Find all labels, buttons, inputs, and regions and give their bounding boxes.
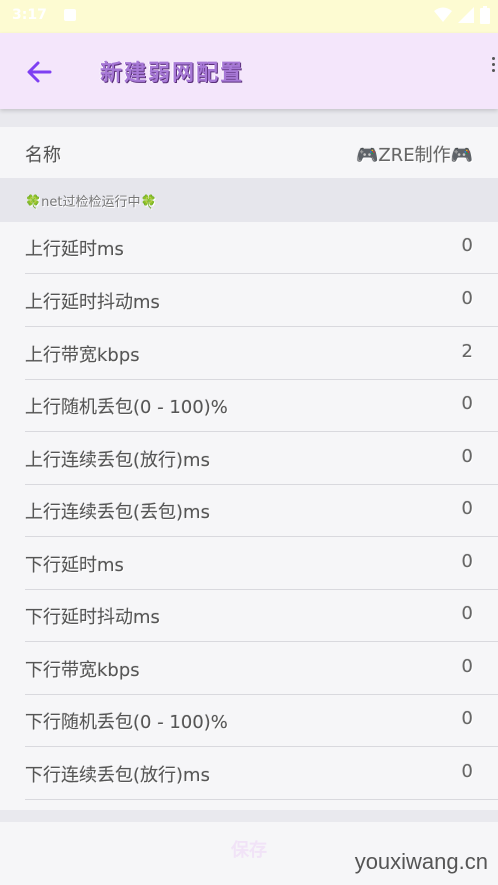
wifi-icon [434, 7, 452, 22]
list-item[interactable]: 上行连续丢包(丢包)ms 0 [0, 485, 498, 537]
section-title: 🍀net过检检运行中🍀 [25, 195, 157, 210]
watermark: youxiwang.cn [354, 849, 488, 874]
list-item[interactable]: 下行带宽kbps 0 [0, 643, 498, 695]
item-value: 0 [461, 498, 473, 519]
settings-list: 上行延时ms 0 上行延时抖动ms 0 上行带宽kbps 2 上行随机丢包(0 … [0, 222, 498, 810]
item-label: 下行延时抖动ms [25, 607, 160, 628]
section-header: 🍀net过检检运行中🍀 [0, 178, 498, 222]
list-item[interactable]: 上行延时ms 0 [0, 222, 498, 274]
item-label: 上行随机丢包(0 - 100)% [25, 397, 228, 418]
item-label: 上行带宽kbps [25, 345, 140, 366]
item-label: 下行连续丢包(放行)ms [25, 765, 210, 786]
item-value: 0 [461, 551, 473, 572]
divider [25, 431, 498, 432]
divider [25, 641, 498, 642]
status-time: 3:17 [12, 7, 47, 23]
item-label: 上行延时ms [25, 239, 124, 260]
item-value: 0 [461, 603, 473, 624]
item-value: 0 [461, 393, 473, 414]
item-label: 下行延时ms [25, 555, 124, 576]
list-item[interactable]: 上行连续丢包(放行)ms 0 [0, 433, 498, 485]
name-label: 名称 [25, 145, 61, 166]
item-label: 上行连续丢包(丢包)ms [25, 502, 210, 523]
item-value: 0 [461, 235, 473, 256]
list-item[interactable]: 上行随机丢包(0 - 100)% 0 [0, 380, 498, 432]
name-value: 🎮ZRE制作🎮 [355, 145, 473, 166]
item-value: 0 [461, 761, 473, 782]
divider [25, 326, 498, 327]
item-label: 下行随机丢包(0 - 100)% [25, 712, 228, 733]
page-title: 新建弱网配置 [100, 61, 245, 86]
name-row[interactable]: 名称 🎮ZRE制作🎮 [0, 127, 498, 178]
item-label: 下行带宽kbps [25, 660, 140, 681]
arrow-left-icon [27, 61, 52, 83]
item-value: 2 [461, 341, 473, 362]
item-label: 上行连续丢包(放行)ms [25, 450, 210, 471]
divider [25, 799, 498, 800]
back-button[interactable] [22, 55, 56, 89]
item-value: 0 [461, 708, 473, 729]
item-value: 0 [461, 656, 473, 677]
item-label: 上行延时抖动ms [25, 292, 160, 313]
app-bar: 新建弱网配置 [0, 33, 498, 109]
item-value: 0 [461, 446, 473, 467]
divider [25, 746, 498, 747]
divider [25, 536, 498, 537]
signal-icon [458, 7, 474, 23]
list-item[interactable]: 下行随机丢包(0 - 100)% 0 [0, 695, 498, 747]
list-item[interactable]: 下行连续丢包(放行)ms 0 [0, 748, 498, 800]
list-item[interactable]: 上行延时抖动ms 0 [0, 275, 498, 327]
list-item[interactable]: 下行延时抖动ms 0 [0, 590, 498, 642]
more-menu-icon[interactable] [492, 57, 496, 75]
list-item[interactable]: 上行带宽kbps 2 [0, 328, 498, 380]
notification-icon [64, 9, 76, 21]
status-icons [434, 6, 490, 24]
item-value: 0 [461, 288, 473, 309]
list-item[interactable]: 下行延时ms 0 [0, 538, 498, 590]
battery-icon [480, 6, 490, 24]
status-bar: 3:17 [0, 0, 498, 33]
divider [25, 273, 498, 274]
